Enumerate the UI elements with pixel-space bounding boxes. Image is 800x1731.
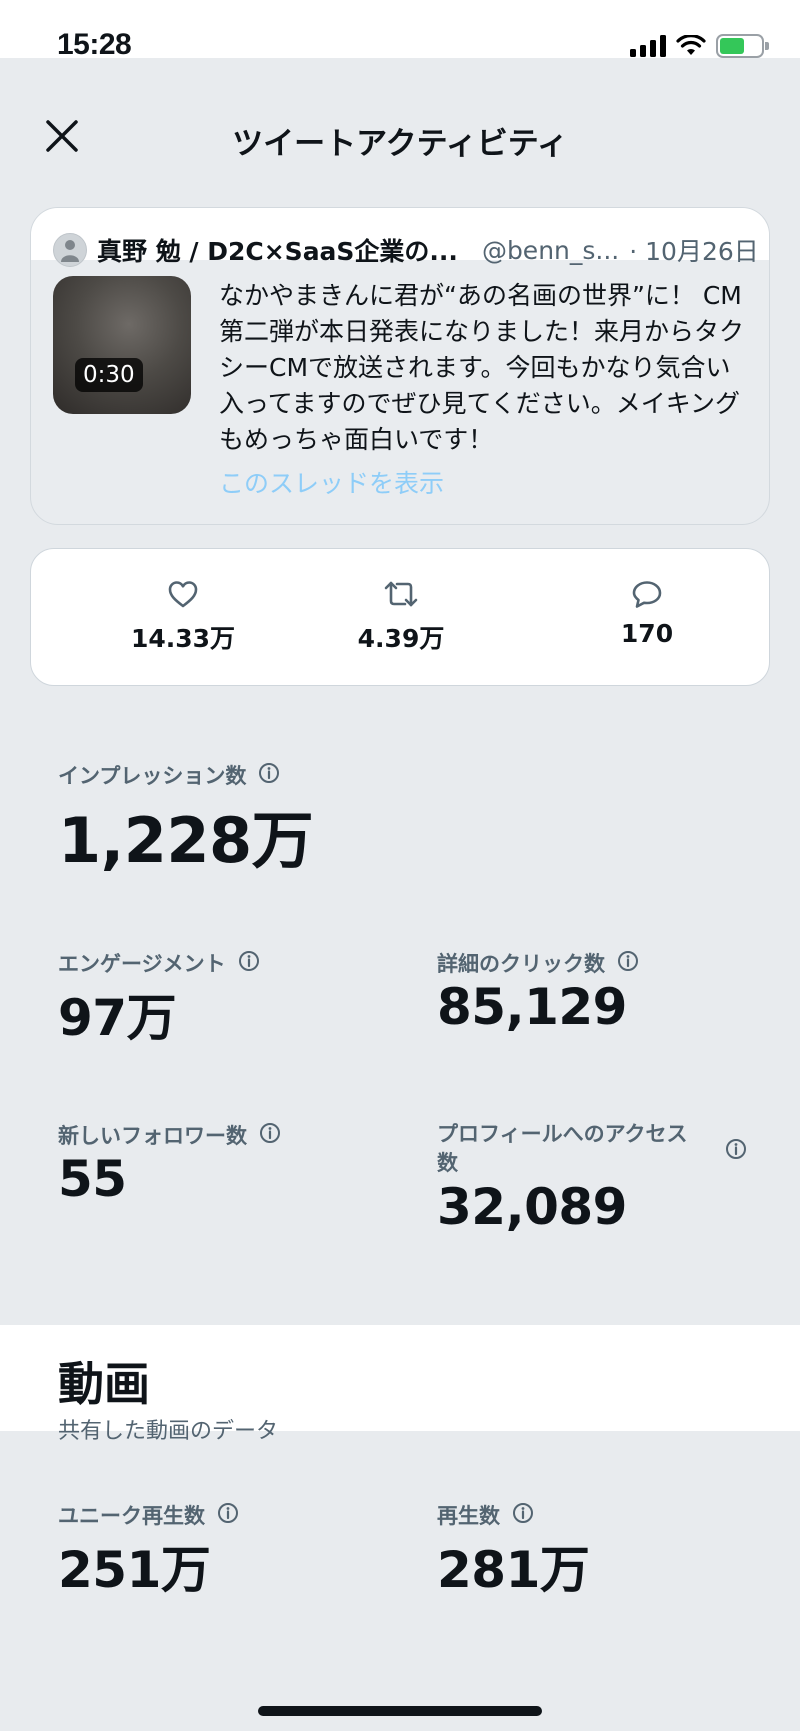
- video-section-title: 動画: [58, 1357, 150, 1411]
- impressions-value: 1,228万: [58, 804, 314, 877]
- reply-icon: [632, 581, 662, 608]
- replies-stat: 170: [557, 579, 737, 648]
- retweets-stat: 4.39万: [311, 579, 491, 655]
- profile-visits-metric: プロフィールへのアクセス数 32,089: [437, 1120, 747, 1236]
- profile-visits-value: 32,089: [437, 1178, 627, 1236]
- replies-count: 170: [620, 619, 674, 648]
- info-icon[interactable]: [238, 950, 260, 972]
- info-icon[interactable]: [259, 1122, 281, 1144]
- new-followers-label: 新しいフォロワー数: [58, 1124, 247, 1148]
- engagement-stats-card: 14.33万 4.39万 170: [30, 548, 770, 686]
- author-name: 真野 勉 / D2C×SaaS企業の...: [97, 237, 458, 266]
- profile-visits-label: プロフィールへのアクセス数: [437, 1122, 688, 1175]
- wifi-icon: [676, 35, 706, 55]
- status-bar: 15:28: [0, 0, 800, 61]
- likes-count: 14.33万: [130, 624, 236, 653]
- header: ツイートアクティビティ: [0, 58, 800, 208]
- unique-views-label: ユニーク再生数: [58, 1504, 205, 1528]
- info-icon[interactable]: [617, 950, 639, 972]
- battery-icon: [716, 34, 769, 58]
- engagements-label: エンゲージメント: [58, 952, 226, 976]
- info-icon[interactable]: [512, 1502, 534, 1524]
- tweet-header: 真野 勉 / D2C×SaaS企業の... @benn_s... · 10月26…: [53, 230, 759, 270]
- retweet-icon: [384, 581, 418, 607]
- info-icon[interactable]: [217, 1502, 239, 1524]
- retweets-count: 4.39万: [357, 624, 445, 653]
- home-indicator[interactable]: [258, 1706, 542, 1716]
- detail-clicks-label: 詳細のクリック数: [437, 952, 605, 976]
- status-icons: [630, 34, 769, 58]
- impressions-label: インプレッション数: [58, 764, 247, 788]
- video-duration: 0:30: [75, 358, 143, 392]
- video-thumbnail[interactable]: 0:30: [53, 276, 191, 414]
- likes-stat: 14.33万: [93, 579, 273, 655]
- author-handle: @benn_s...: [481, 235, 620, 265]
- cellular-signal-icon: [630, 35, 666, 57]
- engagements-metric: エンゲージメント 97万: [58, 948, 260, 1050]
- views-value: 281万: [437, 1541, 590, 1599]
- user-silhouette-icon: [61, 240, 79, 262]
- avatar[interactable]: [53, 233, 87, 267]
- engagements-value: 97万: [58, 989, 177, 1047]
- info-icon[interactable]: [725, 1138, 747, 1160]
- tweet-text: なかやまきんに君が“あの名画の世界”に！ CM第二弾が本日発表になりました！来月…: [219, 281, 745, 454]
- video-section-subtitle: 共有した動画のデータ: [58, 1419, 279, 1444]
- info-icon[interactable]: [258, 762, 280, 784]
- unique-views-metric: ユニーク再生数 251万: [58, 1500, 239, 1602]
- tweet-card[interactable]: 真野 勉 / D2C×SaaS企業の... @benn_s... · 10月26…: [30, 207, 770, 525]
- views-metric: 再生数 281万: [437, 1500, 590, 1602]
- new-followers-metric: 新しいフォロワー数 55: [58, 1120, 281, 1208]
- detail-clicks-value: 85,129: [437, 978, 627, 1036]
- page-title: ツイートアクティビティ: [232, 126, 568, 162]
- detail-clicks-metric: 詳細のクリック数 85,129: [437, 948, 639, 1036]
- impressions-metric: インプレッション数 1,228万: [58, 760, 314, 880]
- new-followers-value: 55: [58, 1150, 127, 1208]
- unique-views-value: 251万: [58, 1541, 211, 1599]
- heart-icon: [168, 581, 198, 608]
- status-time: 15:28: [57, 28, 132, 61]
- tweet-date: · 10月26日: [629, 237, 759, 266]
- show-thread-link[interactable]: このスレッドを表示: [219, 464, 444, 500]
- views-label: 再生数: [437, 1504, 500, 1528]
